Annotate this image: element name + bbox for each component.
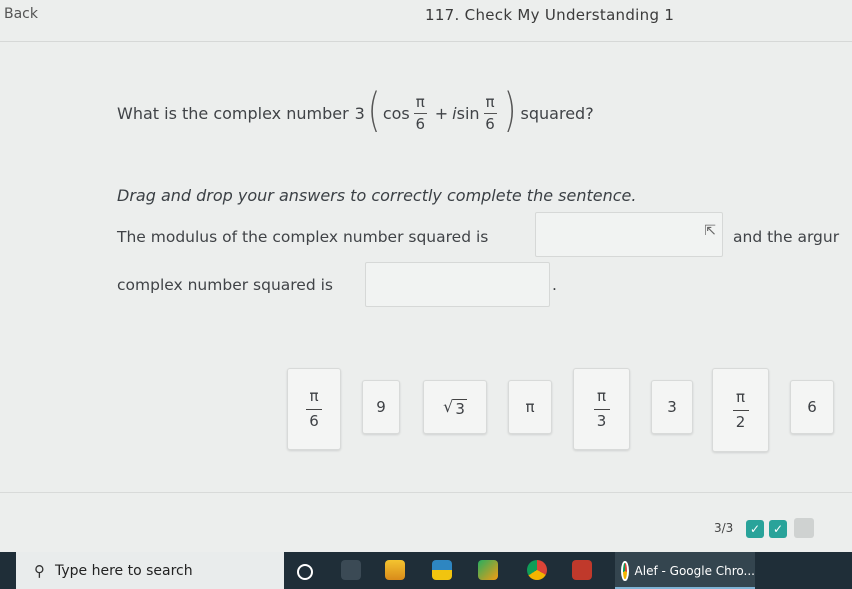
plus-sign: + (434, 103, 449, 123)
sentence-part1: The modulus of the complex number square… (117, 228, 489, 246)
tile-denominator: 6 (309, 411, 319, 430)
back-button[interactable]: Back (4, 6, 38, 22)
store-icon[interactable] (478, 560, 498, 580)
tile-denominator: 3 (596, 411, 607, 430)
complex-number-expression: 3 ( cos π 6 + i sin π 6 ) (354, 87, 519, 133)
sentence-part3: complex number squared is (117, 276, 333, 294)
tile-numerator: π (596, 387, 607, 406)
top-bar: Back 117. Check My Understanding 1 (0, 0, 852, 42)
photos-icon[interactable] (432, 560, 452, 580)
sin-label: sin (456, 103, 480, 123)
chrome-icon[interactable] (527, 560, 547, 580)
sentence-part4: . (552, 276, 557, 294)
header-divider (0, 41, 852, 42)
drop-zone-modulus[interactable]: ⇱ (535, 212, 723, 257)
answer-tile-pi-over-6[interactable]: π6 (287, 368, 341, 450)
question-text: What is the complex number 3 ( cos π 6 +… (117, 86, 594, 140)
search-icon: ⚲ (34, 561, 45, 580)
answer-tile-pi-over-3[interactable]: π3 (573, 368, 630, 450)
angle-fraction-sin: π 6 (483, 93, 497, 133)
tile-denominator: 2 (735, 412, 746, 431)
answer-tile-pi[interactable]: π (508, 380, 552, 434)
frac-denominator: 6 (485, 114, 495, 133)
task-view-icon[interactable] (297, 564, 313, 580)
progress-step-3[interactable] (794, 518, 814, 538)
tile-frac-bar (732, 409, 749, 411)
frac-bar (413, 112, 427, 114)
active-app-title: Alef - Google Chro... (634, 563, 755, 578)
instruction-text: Drag and drop your answers to correctly … (117, 186, 637, 205)
answer-tile-3[interactable]: 3 (651, 380, 693, 434)
progress-counter: 3/3 (714, 521, 734, 535)
radical-sign: √ (443, 396, 454, 416)
tile-numerator: π (735, 388, 746, 407)
right-paren: ) (503, 83, 516, 137)
tile-numerator: π (309, 387, 319, 406)
answer-tile-9[interactable]: 9 (362, 380, 400, 434)
footer-divider (0, 492, 852, 493)
question-suffix: squared? (520, 103, 594, 123)
drop-zone-argument[interactable] (365, 262, 550, 307)
answer-tile-sqrt-3[interactable]: √ 3 (423, 380, 487, 434)
powerpoint-icon[interactable] (572, 560, 592, 580)
calculator-icon[interactable] (341, 560, 361, 580)
cursor-icon: ⇱ (704, 223, 716, 239)
frac-numerator: π (485, 93, 495, 111)
taskbar-active-chrome[interactable]: Alef - Google Chro... (615, 552, 755, 589)
tile-label: 3 (453, 398, 467, 418)
frac-denominator: 6 (415, 114, 426, 133)
progress-check-2-icon[interactable]: ✓ (769, 520, 787, 538)
progress-check-1-icon[interactable]: ✓ (746, 520, 764, 538)
frac-bar (483, 112, 497, 114)
taskbar: ⚲ Type here to search Alef - Google Chro… (0, 552, 852, 589)
search-placeholder: Type here to search (55, 562, 193, 579)
page-title: 117. Check My Understanding 1 (425, 6, 675, 24)
left-paren: ( (367, 83, 381, 137)
tile-frac-bar (306, 408, 322, 410)
chrome-app-icon (621, 560, 629, 581)
tile-label: π (525, 398, 535, 416)
sqrt-expression: √ 3 (443, 397, 467, 418)
cos-label: cos (382, 103, 410, 123)
taskbar-search[interactable]: ⚲ Type here to search (16, 552, 284, 589)
answer-tile-pi-over-2[interactable]: π2 (712, 368, 769, 452)
tile-label: 9 (376, 398, 386, 416)
cone-app-icon[interactable] (385, 560, 405, 580)
tile-label: 6 (807, 398, 817, 416)
angle-fraction-cos: π 6 (413, 93, 427, 133)
sentence-part2: and the argur (733, 228, 840, 246)
question-prefix: What is the complex number (117, 103, 349, 123)
tile-label: 3 (667, 398, 677, 416)
answer-tile-6[interactable]: 6 (790, 380, 834, 434)
coefficient: 3 (354, 103, 365, 123)
tile-frac-bar (593, 408, 610, 410)
frac-numerator: π (415, 93, 425, 111)
